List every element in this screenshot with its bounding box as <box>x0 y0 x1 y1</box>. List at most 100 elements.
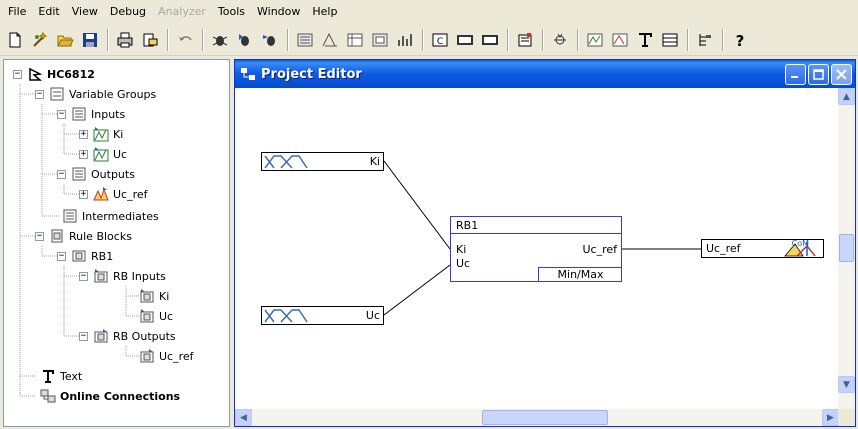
toolbar-separator <box>107 28 109 51</box>
menu-file[interactable]: File <box>2 2 32 22</box>
open-icon[interactable] <box>53 28 77 52</box>
tree-node-text[interactable]: Text <box>40 367 82 385</box>
save-icon[interactable] <box>78 28 102 52</box>
tree-label: Rule Blocks <box>69 229 132 243</box>
tree-label: Ki <box>113 127 124 141</box>
tree-node-variable-groups[interactable]: − Variable Groups <box>35 85 156 103</box>
toolbar-separator <box>577 28 579 51</box>
text-icon[interactable] <box>633 28 657 52</box>
expand-toggle[interactable]: + <box>79 129 88 139</box>
minimize-icon <box>791 76 798 78</box>
tree-node-inputs[interactable]: − Inputs <box>57 105 125 123</box>
tree-node-rb-uc[interactable]: Uc <box>139 307 173 325</box>
spreadsheet-icon[interactable] <box>343 28 367 52</box>
wizard-icon[interactable] <box>28 28 52 52</box>
output-variable-icon <box>93 186 109 202</box>
tree-node-uc[interactable]: + Uc <box>79 145 127 163</box>
c-code-icon[interactable]: C <box>428 28 452 52</box>
collapse-toggle[interactable]: − <box>57 251 66 261</box>
properties-icon[interactable] <box>513 28 537 52</box>
collapse-toggle[interactable]: − <box>35 231 44 241</box>
tree-node-rb-ki[interactable]: Ki <box>139 287 169 305</box>
collapse-toggle[interactable]: − <box>57 169 66 179</box>
rb-outputs-icon <box>93 328 109 344</box>
tree-node-uc-ref[interactable]: + Uc_ref <box>79 185 148 203</box>
matrix-icon[interactable] <box>368 28 392 52</box>
analyzer-icon[interactable] <box>393 28 417 52</box>
tree-node-root[interactable]: − HC6812 <box>13 65 95 83</box>
menu-bar: File Edit View Debug Analyzer Tools Wind… <box>0 0 858 24</box>
title-bar[interactable]: Project Editor <box>235 60 855 88</box>
online-icon[interactable] <box>548 28 572 52</box>
tree-icon[interactable] <box>693 28 717 52</box>
horizontal-scroll-thumb[interactable] <box>482 410 608 425</box>
close-button[interactable] <box>831 64 852 85</box>
menu-analyzer: Analyzer <box>158 5 206 18</box>
svg-text:C: C <box>437 37 443 47</box>
window-controls <box>783 64 852 85</box>
menu-edit[interactable]: Edit <box>32 2 65 22</box>
vertical-scroll-thumb[interactable] <box>839 234 854 262</box>
table-icon[interactable] <box>658 28 682 52</box>
tree-node-rb-uc-ref[interactable]: Uc_ref <box>139 347 194 365</box>
operator-label[interactable]: Min/Max <box>538 267 622 282</box>
membership-function-icon <box>264 309 308 323</box>
help-icon[interactable]: ? <box>728 28 752 52</box>
tree-node-rb-outputs[interactable]: − RB Outputs <box>79 327 176 345</box>
menu-debug[interactable]: Debug <box>104 2 152 22</box>
project-tree[interactable]: − HC6812 − Variable Groups − Inputs + Ki… <box>3 59 230 427</box>
collapse-toggle[interactable]: − <box>79 331 88 341</box>
vertical-scrollbar[interactable]: ▲ ▼ <box>838 88 855 410</box>
tree-node-rb-inputs[interactable]: − RB Inputs <box>79 267 166 285</box>
output-block-label: Uc_ref <box>706 242 741 255</box>
step-icon[interactable] <box>233 28 257 52</box>
tree-node-online-connections[interactable]: Online Connections <box>40 387 180 405</box>
undo-icon[interactable] <box>173 28 197 52</box>
menu-help[interactable]: Help <box>306 2 343 22</box>
print-icon[interactable] <box>113 28 137 52</box>
tree-label: HC6812 <box>47 67 95 81</box>
tree-node-intermediates[interactable]: Intermediates <box>62 207 159 225</box>
scroll-left-button[interactable]: ◀ <box>235 409 252 426</box>
expand-toggle[interactable]: + <box>79 149 88 159</box>
scroll-up-button[interactable]: ▲ <box>838 88 855 105</box>
mcu-icon[interactable] <box>453 28 477 52</box>
debug-icon[interactable] <box>208 28 232 52</box>
collapse-toggle[interactable]: − <box>79 271 88 281</box>
new-icon[interactable] <box>3 28 27 52</box>
mcu2-icon[interactable] <box>478 28 502 52</box>
scroll-right-button[interactable]: ▶ <box>822 409 839 426</box>
tree-node-rule-blocks[interactable]: − Rule Blocks <box>35 227 132 245</box>
tree-label: Outputs <box>91 167 135 181</box>
expand-toggle[interactable]: + <box>79 189 88 199</box>
inputs-icon <box>71 106 87 122</box>
diagram-canvas[interactable]: Ki Uc RB1 Ki Uc Uc_ref Min/Max Uc_ref Co… <box>235 88 839 408</box>
input-block-uc[interactable]: Uc <box>261 306 384 325</box>
trace-icon[interactable] <box>258 28 282 52</box>
menu-view[interactable]: View <box>66 2 104 22</box>
resize-grip[interactable] <box>838 409 855 426</box>
variable-editor-icon[interactable] <box>583 28 607 52</box>
tree-node-rb1[interactable]: − RB1 <box>57 247 113 265</box>
menu-window[interactable]: Window <box>251 2 306 22</box>
tree-label: RB Outputs <box>113 329 176 343</box>
menu-tools[interactable]: Tools <box>212 2 251 22</box>
rule-block-input-uc: Uc <box>456 257 471 270</box>
rule-block-icon[interactable] <box>293 28 317 52</box>
horizontal-scrollbar[interactable]: ◀ ▶ <box>235 409 839 426</box>
scroll-down-button[interactable]: ▼ <box>838 376 855 393</box>
input-block-ki[interactable]: Ki <box>261 152 384 171</box>
maximize-button[interactable] <box>808 64 829 85</box>
toolbar-separator <box>202 28 204 51</box>
print-preview-icon[interactable] <box>138 28 162 52</box>
term-editor-icon[interactable] <box>608 28 632 52</box>
rule-block-rb1[interactable]: RB1 Ki Uc Uc_ref Min/Max <box>450 216 622 282</box>
collapse-toggle[interactable]: − <box>35 89 44 99</box>
tree-node-outputs[interactable]: − Outputs <box>57 165 135 183</box>
collapse-toggle[interactable]: − <box>57 109 66 119</box>
output-block-uc-ref[interactable]: Uc_ref CoM <box>701 239 824 258</box>
variable-icon[interactable] <box>318 28 342 52</box>
tree-node-ki[interactable]: + Ki <box>79 125 123 143</box>
minimize-button[interactable] <box>785 64 806 85</box>
collapse-toggle[interactable]: − <box>13 69 22 79</box>
